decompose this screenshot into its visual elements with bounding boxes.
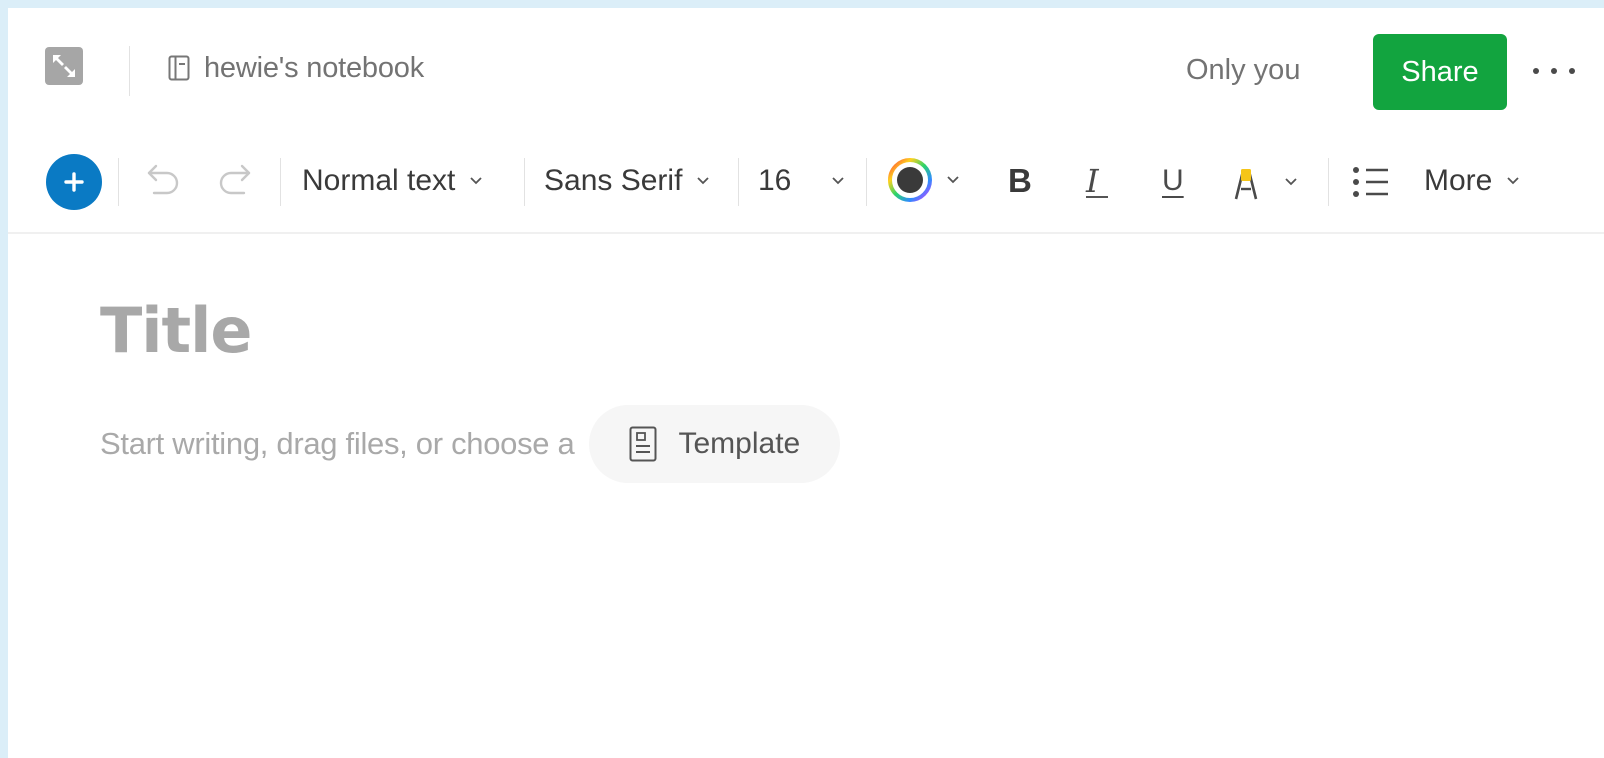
redo-button[interactable] xyxy=(216,161,252,201)
text-style-value: Normal text xyxy=(302,164,456,197)
toolbar-divider xyxy=(738,158,739,206)
plus-icon xyxy=(64,172,84,192)
toolbar-divider xyxy=(1328,158,1329,206)
undo-icon xyxy=(147,164,179,195)
underline-label: U xyxy=(1162,164,1184,197)
chevron-down-icon xyxy=(947,176,959,184)
italic-button[interactable]: I xyxy=(1086,158,1108,204)
more-formatting-dropdown[interactable]: More xyxy=(1424,160,1520,202)
notebook-selector[interactable]: hewie's notebook xyxy=(168,50,424,86)
text-color-button[interactable] xyxy=(886,155,960,205)
bulleted-list-icon xyxy=(1353,167,1388,197)
note-title-input[interactable]: Title xyxy=(100,294,252,367)
body-placeholder: Start writing, drag files, or choose a xyxy=(100,426,575,461)
chevron-down-icon xyxy=(697,177,710,185)
note-body-input[interactable]: Start writing, drag files, or choose a T… xyxy=(100,404,841,484)
toolbar-divider xyxy=(524,158,525,206)
template-button[interactable]: Template xyxy=(588,405,841,483)
text-color-icon xyxy=(888,158,932,202)
font-family-dropdown[interactable]: Sans Serif xyxy=(544,160,710,202)
highlighter-icon xyxy=(1234,169,1258,200)
formatting-toolbar: Normal text Sans Serif 16 B I U More xyxy=(8,126,1604,234)
note-editor-window: hewie's notebook Only you Share Normal t… xyxy=(8,8,1604,758)
more-options-icon[interactable] xyxy=(1533,58,1575,84)
text-style-dropdown[interactable]: Normal text xyxy=(302,160,483,202)
template-icon xyxy=(629,426,656,462)
undo-button[interactable] xyxy=(146,161,182,201)
toolbar-separator xyxy=(8,232,1604,234)
toolbar-divider xyxy=(280,158,281,206)
chevron-down-icon xyxy=(832,177,845,185)
chevron-down-icon xyxy=(470,177,483,185)
font-size-dropdown[interactable]: 16 xyxy=(758,160,854,202)
bold-button[interactable]: B xyxy=(1008,158,1032,204)
notebook-name: hewie's notebook xyxy=(204,51,424,84)
font-family-value: Sans Serif xyxy=(544,164,683,197)
bulleted-list-button[interactable] xyxy=(1352,162,1390,202)
toolbar-divider xyxy=(866,158,867,206)
underline-button[interactable]: U xyxy=(1162,158,1184,204)
insert-button[interactable] xyxy=(46,154,102,210)
share-button[interactable]: Share xyxy=(1373,34,1507,110)
bold-label: B xyxy=(1008,162,1032,199)
chevron-down-icon xyxy=(1285,178,1297,186)
more-label: More xyxy=(1424,164,1493,197)
toolbar-divider xyxy=(118,158,119,206)
sharing-status[interactable]: Only you xyxy=(1186,54,1300,87)
note-header: hewie's notebook Only you Share xyxy=(8,8,1604,126)
redo-icon xyxy=(219,164,251,195)
expand-icon xyxy=(45,47,83,85)
expand-button[interactable] xyxy=(43,45,85,87)
chevron-down-icon xyxy=(1507,177,1519,185)
notebook-icon xyxy=(168,55,190,81)
header-divider xyxy=(129,46,130,96)
font-size-value: 16 xyxy=(758,164,792,197)
highlight-button[interactable] xyxy=(1232,159,1298,205)
italic-label: I xyxy=(1086,162,1099,200)
template-label: Template xyxy=(678,427,801,460)
